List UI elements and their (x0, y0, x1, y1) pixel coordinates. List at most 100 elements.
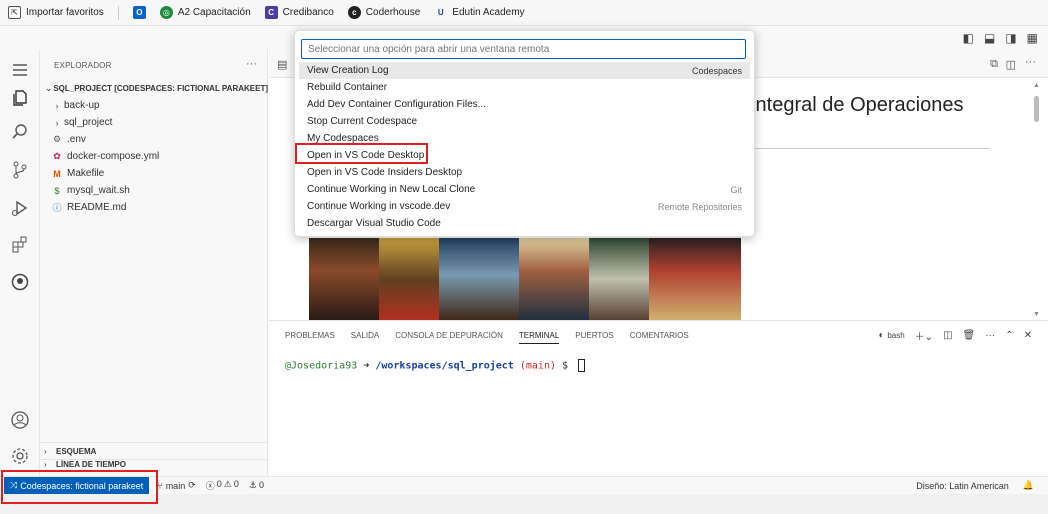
ports-indicator[interactable]: ⚓ 0 (249, 480, 264, 491)
tree-root[interactable]: ⌄ SQL_PROJECT [CODESPACES: FICTIONAL PAR… (40, 80, 268, 97)
quick-pick-item[interactable]: Continue Working in vscode.dev Remote Rep… (299, 198, 750, 215)
bookmark-edutin[interactable]: U Edutin Academy (434, 6, 525, 19)
notifications-icon[interactable]: 🔔 (1023, 480, 1034, 491)
remote-indicator[interactable]: ⤨ Codespaces: fictional parakeet (4, 476, 150, 495)
problems-indicator[interactable]: ⓧ 0 ⚠ 0 (206, 479, 239, 492)
tab-comments[interactable]: COMENTARIOS (630, 331, 689, 344)
scroll-thumb[interactable] (1034, 96, 1039, 122)
tab-debug-console[interactable]: CONSOLA DE DEPURACIÓN (395, 331, 503, 344)
split-terminal-icon[interactable]: ◫ (943, 330, 952, 341)
quick-pick-item[interactable]: Stop Current Codespace (299, 113, 750, 130)
tab-ports[interactable]: PUERTOS (575, 331, 613, 344)
tree-file-env[interactable]: ⚙ .env (40, 131, 268, 148)
terminal-output[interactable]: @Josedoria93 ➜ /workspaces/sql_project (… (285, 359, 586, 372)
tree-folder-sql-project[interactable]: › sql_project (40, 114, 268, 131)
bookmark-import[interactable]: ⇱ Importar favoritos (8, 6, 104, 19)
tree-item-label: README.md (67, 202, 127, 213)
prompt-path: /workspaces/sql_project (375, 360, 514, 372)
gear-icon: ⚙ (52, 134, 62, 144)
customize-layout-icon[interactable]: ▦ (1027, 31, 1038, 45)
tree-item-label: Makefile (67, 168, 105, 179)
close-panel-icon[interactable]: ✕ (1024, 330, 1032, 341)
heading-rule (742, 148, 990, 149)
search-icon[interactable] (8, 120, 32, 144)
status-bar: ⤨ Codespaces: fictional parakeet ⑂ main … (0, 476, 1048, 495)
item-desc: Remote Repositories (657, 201, 742, 212)
tree-folder-back-up[interactable]: › back-up (40, 97, 268, 114)
source-control-icon[interactable] (8, 158, 32, 182)
maximize-panel-icon[interactable]: ⌃ (1005, 330, 1013, 341)
tree-item-label: docker-compose.yml (67, 151, 160, 162)
item-label: Open in VS Code Insiders Desktop (307, 167, 463, 178)
markdown-image (309, 238, 741, 320)
chevron-down-icon: ⌄ (44, 83, 53, 93)
quick-pick-item[interactable]: Continue Working in New Local Clone Git (299, 181, 750, 198)
quick-pick-item[interactable]: My Codespaces (299, 130, 750, 147)
coderhouse-icon: c (347, 6, 361, 19)
bookmark-outlook[interactable]: O (132, 6, 146, 19)
bookmark-coderhouse[interactable]: c Coderhouse (347, 6, 421, 19)
toggle-panel-icon[interactable]: ⬓ (984, 31, 995, 45)
keyboard-layout[interactable]: Diseño: Latin American (916, 481, 1009, 491)
github-icon[interactable] (8, 270, 32, 294)
more-actions-icon[interactable]: ··· (985, 330, 995, 341)
bash-icon: ◐ (878, 330, 885, 341)
prompt-symbol: $ (562, 360, 569, 372)
import-icon: ⇱ (8, 6, 21, 19)
branch-indicator[interactable]: ⑂ main ⟳ (157, 480, 195, 491)
quick-pick-item-open-desktop[interactable]: Open in VS Code Desktop (299, 147, 750, 164)
tree-file-readme[interactable]: ⓘ README.md (40, 199, 268, 216)
account-icon[interactable] (8, 408, 32, 432)
extensions-icon[interactable] (8, 232, 32, 256)
quick-pick-item[interactable]: Open in VS Code Insiders Desktop (299, 164, 750, 181)
error-icon: ⓧ (205, 481, 215, 491)
quick-pick-item[interactable]: Rebuild Container (299, 79, 750, 96)
quick-pick-item[interactable]: Descargar Visual Studio Code (299, 215, 750, 232)
trash-icon[interactable]: 🗑 (963, 330, 976, 341)
quick-pick-input[interactable] (301, 39, 746, 59)
open-preview-icon[interactable]: ⧉ (990, 58, 998, 71)
tab-terminal[interactable]: TERMINAL (518, 331, 560, 344)
terminal-shell-selector[interactable]: ◐ bash (878, 330, 904, 341)
quick-pick-item[interactable]: View Creation Log Codespaces (299, 62, 750, 79)
remote-label: Codespaces: fictional parakeet (20, 480, 144, 491)
tree-file-makefile[interactable]: M Makefile (40, 165, 268, 182)
scroll-down-icon[interactable]: ▼ (1033, 311, 1040, 318)
tree-item-label: sql_project (64, 117, 113, 128)
sidebar-bottom-sections: › ESQUEMA › LÍNEA DE TIEMPO (40, 442, 268, 471)
activity-bar (0, 50, 40, 476)
tree-file-mysql-wait[interactable]: $ mysql_wait.sh (40, 182, 268, 199)
tab-output[interactable]: SALIDA (351, 331, 379, 344)
editor-scrollbar[interactable]: ▲ ▼ (1033, 82, 1041, 318)
more-actions-icon[interactable]: ··· (1025, 56, 1036, 68)
prompt-arrow: ➜ (363, 360, 370, 372)
more-actions-icon[interactable]: ··· (246, 58, 257, 70)
settings-gear-icon[interactable] (8, 444, 32, 468)
toggle-secondary-sidebar-icon[interactable]: ◨ (1005, 31, 1016, 45)
bookmark-credibanco[interactable]: C Credibanco (264, 6, 334, 19)
tree-file-docker-compose[interactable]: ✿ docker-compose.yml (40, 148, 268, 165)
run-debug-icon[interactable] (8, 196, 32, 220)
quick-pick-item[interactable]: Add Dev Container Configuration Files... (299, 96, 750, 113)
preview-icon[interactable]: ▤ (277, 58, 287, 71)
timeline-label: LÍNEA DE TIEMPO (56, 460, 126, 469)
info-icon: ⓘ (52, 203, 62, 213)
sync-icon: ⟳ (188, 480, 196, 490)
timeline-section[interactable]: › LÍNEA DE TIEMPO (40, 459, 268, 471)
chevron-right-icon: › (55, 100, 59, 111)
scroll-up-icon[interactable]: ▲ (1033, 82, 1040, 89)
outline-section[interactable]: › ESQUEMA (40, 442, 268, 459)
toggle-sidebar-icon[interactable]: ◧ (963, 31, 974, 45)
new-terminal-icon[interactable]: ＋⌄ (915, 328, 933, 343)
edutin-icon: U (437, 8, 444, 17)
split-editor-icon[interactable]: ◫ (1006, 58, 1016, 71)
bookmark-label: Coderhouse (365, 7, 421, 18)
item-label: Continue Working in vscode.dev (307, 201, 451, 212)
panel-actions: ◐ bash ＋⌄ ◫ 🗑 ··· ⌃ ✕ (878, 328, 1032, 343)
prompt-user: @Josedoria93 (285, 360, 358, 372)
explorer-icon[interactable] (8, 86, 32, 110)
tab-problems[interactable]: PROBLEMAS (285, 331, 335, 344)
bookmark-a2[interactable]: ◎ A2 Capacitación (159, 6, 251, 19)
bookmark-label: A2 Capacitación (177, 7, 251, 18)
menu-icon[interactable] (8, 58, 32, 82)
